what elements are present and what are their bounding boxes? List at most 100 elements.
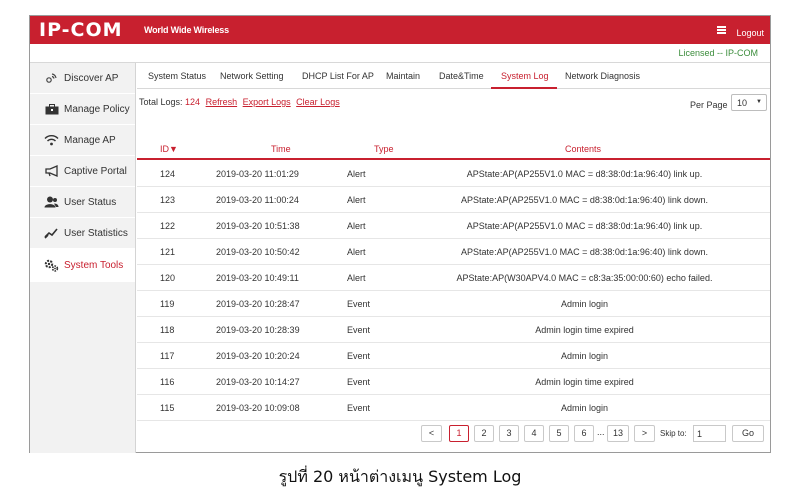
tab-dhcp-list[interactable]: DHCP List For AP — [302, 71, 374, 81]
per-page-select[interactable]: 10 ▼ — [731, 94, 767, 111]
next-page-button[interactable]: > — [634, 425, 655, 442]
cell-id: 118 — [160, 325, 175, 335]
cell-contents: Admin login — [560, 351, 609, 361]
cell-id: 122 — [160, 221, 176, 231]
top-bar: IP-COM World Wide Wireless Logout — [30, 16, 770, 44]
table-row: 117 2019-03-20 10:20:24 Event Admin logi… — [137, 343, 770, 369]
brand-logo: IP-COM — [39, 19, 123, 41]
page-button-1[interactable]: 1 — [449, 425, 469, 442]
total-logs-count: 124 — [185, 97, 201, 107]
table-row: 123 2019-03-20 11:00:24 Alert APState:AP… — [137, 187, 770, 213]
sidebar-item-label: System Tools — [64, 259, 124, 271]
cell-type: Event — [347, 299, 371, 309]
tab-system-log[interactable]: System Log — [501, 71, 549, 81]
tab-network-diagnosis[interactable]: Network Diagnosis — [565, 71, 640, 81]
cell-contents: APState:AP(W30APV4.0 MAC = c8:3a:35:00:0… — [456, 273, 713, 283]
tab-network-setting[interactable]: Network Setting — [220, 71, 284, 81]
sidebar-item-label: Discover AP — [64, 72, 119, 84]
sidebar-item-manage-ap[interactable]: Manage AP — [30, 125, 135, 156]
table-row: 116 2019-03-20 10:14:27 Event Admin logi… — [137, 369, 770, 395]
table-row: 121 2019-03-20 10:50:42 Alert APState:AP… — [137, 239, 770, 265]
sidebar-item-label: User Status — [64, 196, 117, 208]
cell-time: 2019-03-20 11:00:24 — [216, 195, 299, 205]
cell-type: Event — [347, 351, 371, 361]
tab-date-time[interactable]: Date&Time — [439, 71, 484, 81]
sidebar-item-label: User Statistics — [64, 227, 128, 239]
wifi-icon — [44, 134, 59, 146]
prev-page-button[interactable]: < — [421, 425, 442, 442]
page-button-3[interactable]: 3 — [499, 425, 519, 442]
cell-time: 2019-03-20 10:50:42 — [216, 247, 300, 257]
export-logs-link[interactable]: Export Logs — [243, 97, 291, 107]
cell-contents: Admin login — [560, 403, 609, 413]
cell-time: 2019-03-20 11:01:29 — [216, 169, 299, 179]
cell-time: 2019-03-20 10:28:39 — [216, 325, 300, 335]
sidebar-item-user-statistics[interactable]: User Statistics — [30, 218, 135, 249]
table-row: 120 2019-03-20 10:49:11 Alert APState:AP… — [137, 265, 770, 291]
main-content: System Status Network Setting DHCP List … — [137, 63, 770, 453]
table-header: ID▼ Time Type Contents — [137, 139, 770, 160]
per-page-label: Per Page — [690, 100, 728, 110]
table-row: 115 2019-03-20 10:09:08 Event Admin logi… — [137, 395, 770, 421]
tab-system-status[interactable]: System Status — [148, 71, 206, 81]
sidebar: Discover AP Manage Policy Manage AP Capt… — [30, 63, 136, 453]
cell-contents: Admin login — [560, 299, 609, 309]
cell-contents: Admin login time expired — [535, 377, 634, 387]
manage-policy-icon — [44, 103, 59, 115]
cell-contents: APState:AP(AP255V1.0 MAC = d8:38:0d:1a:9… — [461, 247, 708, 257]
cell-type: Event — [347, 325, 371, 335]
license-bar: Licensed -- IP-COM — [30, 44, 770, 63]
users-icon — [44, 196, 59, 208]
cell-time: 2019-03-20 10:14:27 — [216, 377, 300, 387]
cell-contents: APState:AP(AP255V1.0 MAC = d8:38:0d:1a:9… — [461, 195, 708, 205]
pagination-ellipsis: ... — [597, 427, 605, 437]
per-page-value: 10 — [737, 98, 748, 108]
sidebar-item-captive-portal[interactable]: Captive Portal — [30, 156, 135, 187]
cell-type: Alert — [347, 221, 366, 231]
sidebar-item-label: Captive Portal — [64, 165, 127, 177]
sidebar-item-label: Manage Policy — [64, 103, 130, 115]
cell-time: 2019-03-20 10:28:47 — [216, 299, 300, 309]
sidebar-item-user-status[interactable]: User Status — [30, 187, 135, 218]
table-row: 124 2019-03-20 11:01:29 Alert APState:AP… — [137, 161, 770, 187]
figure-caption: รูปที่ 20 หน้าต่างเมนู System Log — [278, 467, 522, 486]
cell-contents: APState:AP(AP255V1.0 MAC = d8:38:0d:1a:9… — [466, 221, 703, 231]
cell-time: 2019-03-20 10:51:38 — [216, 221, 300, 231]
sidebar-item-system-tools[interactable]: System Tools — [30, 249, 135, 282]
tab-maintain[interactable]: Maintain — [386, 71, 420, 81]
refresh-link[interactable]: Refresh — [206, 97, 238, 107]
page-button-6[interactable]: 6 — [574, 425, 594, 442]
sidebar-item-label: Manage AP — [64, 134, 116, 146]
cell-id: 120 — [160, 273, 176, 283]
cell-type: Alert — [347, 273, 366, 283]
cell-contents: APState:AP(AP255V1.0 MAC = d8:38:0d:1a:9… — [466, 169, 703, 179]
logout-link[interactable]: Logout — [736, 28, 764, 38]
cell-time: 2019-03-20 10:09:08 — [216, 403, 300, 413]
cell-id: 115 — [160, 403, 175, 413]
column-contents: Contents — [565, 144, 602, 154]
skip-to-input[interactable]: 1 — [693, 425, 726, 442]
page-button-5[interactable]: 5 — [549, 425, 569, 442]
table-row: 122 2019-03-20 10:51:38 Alert APState:AP… — [137, 213, 770, 239]
page-button-4[interactable]: 4 — [524, 425, 544, 442]
cell-id: 124 — [160, 169, 176, 179]
sidebar-item-discover-ap[interactable]: Discover AP — [30, 63, 135, 94]
column-id[interactable]: ID▼ — [160, 144, 178, 154]
brand-tagline: World Wide Wireless — [144, 25, 229, 35]
cell-type: Alert — [347, 169, 366, 179]
page-button-13[interactable]: 13 — [607, 425, 629, 442]
megaphone-icon — [44, 165, 59, 177]
cell-id: 117 — [160, 351, 175, 361]
active-tab-indicator — [491, 87, 557, 89]
app-window: IP-COM World Wide Wireless Logout Licens… — [29, 15, 771, 453]
menu-icon[interactable] — [717, 26, 726, 34]
table-row: 118 2019-03-20 10:28:39 Event Admin logi… — [137, 317, 770, 343]
cell-time: 2019-03-20 10:49:11 — [216, 273, 299, 283]
column-time: Time — [271, 144, 291, 154]
clear-logs-link[interactable]: Clear Logs — [296, 97, 340, 107]
sidebar-item-manage-policy[interactable]: Manage Policy — [30, 94, 135, 125]
page-button-2[interactable]: 2 — [474, 425, 494, 442]
cell-type: Event — [347, 403, 371, 413]
go-button[interactable]: Go — [732, 425, 764, 442]
cell-type: Alert — [347, 195, 366, 205]
